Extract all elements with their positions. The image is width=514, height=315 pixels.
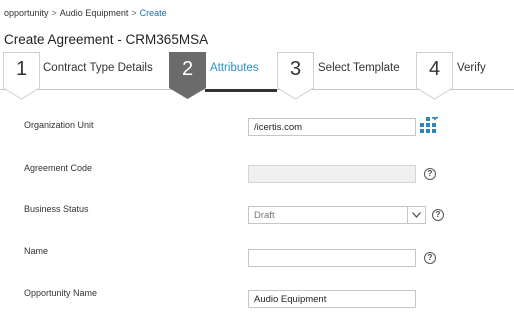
wizard-step-contract-type-details[interactable]: 1 Contract Type Details [3, 52, 168, 100]
breadcrumb-create: Create [139, 8, 167, 18]
page-title: Create Agreement - CRM365MSA [4, 32, 209, 47]
step-number: 2 [181, 58, 194, 80]
org-hierarchy-icon[interactable] [420, 117, 438, 133]
wizard-step-select-template[interactable]: 3 Select Template [277, 52, 412, 100]
breadcrumb-opportunity[interactable]: opportunity [4, 8, 49, 18]
help-icon[interactable]: ? [432, 209, 444, 221]
wizard-steps: 1 Contract Type Details 2 Attributes 3 S… [0, 52, 514, 100]
business-status-select[interactable]: Draft [248, 206, 408, 224]
chevron-down-icon[interactable] [408, 206, 426, 224]
breadcrumb-separator: > [51, 8, 57, 18]
breadcrumb-separator: > [131, 8, 137, 18]
agreement-code-label: Agreement Code [24, 163, 93, 173]
help-icon[interactable]: ? [424, 168, 436, 180]
form-row-business-status: Business Status Draft ? [0, 204, 514, 234]
form-row-organization-unit: Organization Unit /icertis.com [0, 117, 514, 150]
agreement-code-input [248, 165, 416, 183]
organization-unit-input[interactable]: /icertis.com [248, 118, 416, 136]
step-number: 4 [428, 58, 441, 80]
breadcrumb: opportunity > Audio Equipment > Create [4, 8, 167, 18]
business-status-label: Business Status [24, 204, 89, 214]
form-row-agreement-code: Agreement Code ? [0, 163, 514, 193]
breadcrumb-audio-equipment[interactable]: Audio Equipment [60, 8, 129, 18]
step-label: Select Template [318, 62, 400, 74]
step-number: 3 [289, 58, 302, 80]
opportunity-name-label: Opportunity Name [24, 288, 98, 298]
name-input[interactable] [248, 249, 416, 267]
name-label: Name [24, 246, 49, 256]
step-label: Attributes [210, 62, 259, 74]
help-icon[interactable]: ? [424, 252, 436, 264]
step-number: 1 [15, 58, 28, 80]
wizard-step-verify[interactable]: 4 Verify [416, 52, 514, 100]
step-label: Verify [457, 62, 486, 74]
wizard-step-attributes[interactable]: 2 Attributes [169, 52, 274, 100]
opportunity-name-input[interactable]: Audio Equipment [248, 290, 416, 308]
step-label: Contract Type Details [43, 62, 153, 74]
form-row-name: Name ? [0, 246, 514, 276]
organization-unit-label: Organization Unit [24, 120, 94, 130]
form-row-opportunity-name: Opportunity Name Audio Equipment [0, 288, 514, 315]
